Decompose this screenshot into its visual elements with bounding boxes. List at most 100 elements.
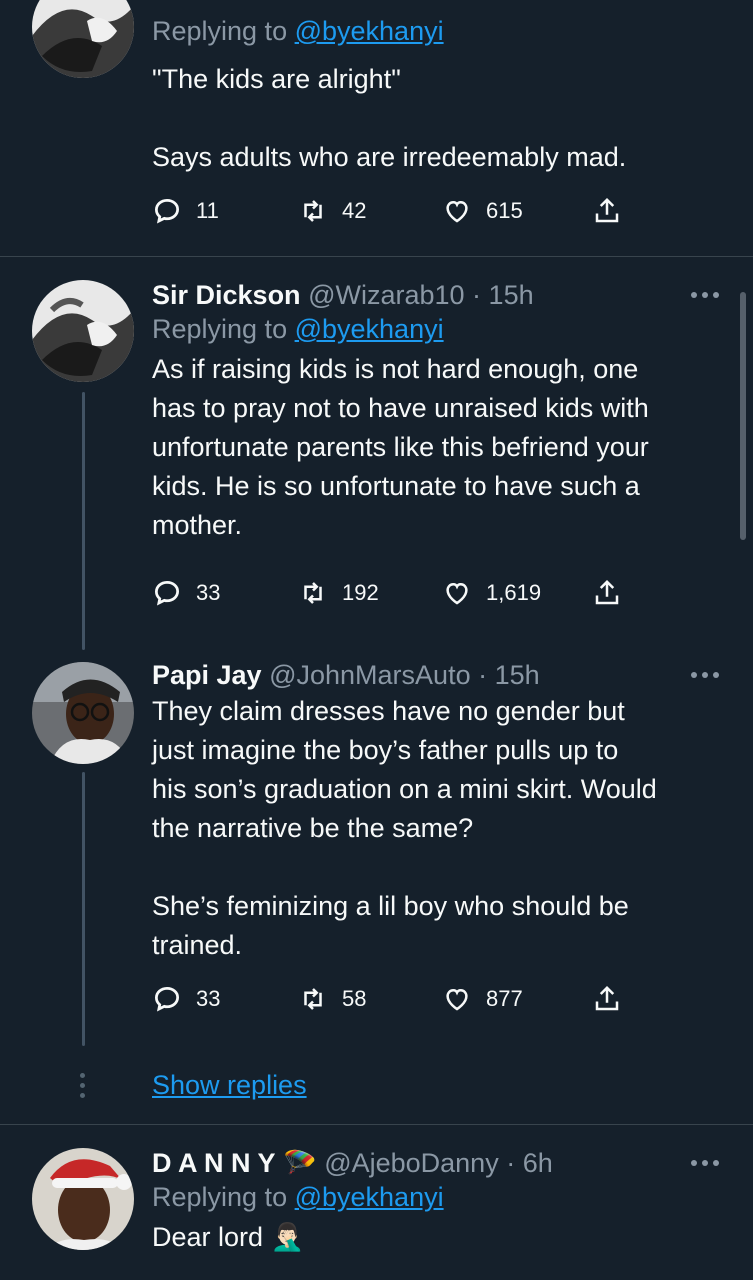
tweet-line: As if raising kids is not hard enough, o… bbox=[152, 354, 639, 384]
timestamp[interactable]: 15h bbox=[489, 280, 534, 310]
mention-link[interactable]: @byekhanyi bbox=[295, 16, 444, 46]
avatar[interactable] bbox=[32, 1148, 134, 1250]
more-icon bbox=[691, 1160, 719, 1166]
replying-to: Replying to @byekhanyi bbox=[152, 312, 727, 346]
tweet-text: Dear lord 🤦🏻‍♂️ bbox=[152, 1218, 727, 1257]
divider bbox=[0, 256, 753, 257]
share-icon bbox=[595, 197, 619, 223]
like-count: 1,619 bbox=[486, 580, 542, 605]
tweet-content: D A N N Y 🪂 @AjeboDanny · 6h Replying to… bbox=[152, 1146, 727, 1257]
retweet-count: 42 bbox=[342, 198, 367, 223]
tweet-text: As if raising kids is not hard enough, o… bbox=[152, 350, 727, 545]
share-button[interactable] bbox=[592, 982, 636, 1016]
display-name[interactable]: D A N N Y bbox=[152, 1148, 276, 1178]
tweet-text: "The kids are alright" Says adults who a… bbox=[152, 60, 727, 177]
replying-prefix: Replying to bbox=[152, 314, 295, 344]
avatar[interactable] bbox=[32, 662, 134, 764]
separator: · bbox=[498, 1148, 523, 1178]
tweet-actions: 11 42 615 bbox=[152, 194, 632, 228]
tweet-actions: 33 58 877 bbox=[152, 982, 632, 1016]
thread-line bbox=[82, 392, 85, 650]
tweet-line: the narrative be the same? bbox=[152, 813, 474, 843]
username[interactable]: @AjeboDanny bbox=[324, 1148, 499, 1178]
like-count: 877 bbox=[486, 986, 523, 1011]
reply-count: 33 bbox=[196, 986, 221, 1011]
replying-prefix: Replying to bbox=[152, 16, 295, 46]
like-icon bbox=[446, 200, 468, 223]
separator: · bbox=[470, 660, 495, 690]
timestamp[interactable]: 15h bbox=[495, 660, 540, 690]
tweet-line: They claim dresses have no gender but bbox=[152, 696, 625, 726]
avatar[interactable] bbox=[32, 280, 134, 382]
more-icon bbox=[691, 672, 719, 678]
tweet-line: Dear lord 🤦🏻‍♂️ bbox=[152, 1222, 305, 1252]
display-name[interactable]: Sir Dickson bbox=[152, 280, 301, 310]
replying-prefix: Replying to bbox=[152, 1182, 295, 1212]
tweet-line: has to pray not to have unraised kids wi… bbox=[152, 393, 649, 423]
tweet-text: They claim dresses have no gender but ju… bbox=[152, 692, 727, 965]
retweet-icon bbox=[304, 582, 322, 604]
like-button[interactable]: 877 bbox=[442, 982, 523, 1016]
share-icon bbox=[595, 579, 619, 605]
thread-ellipsis-icon bbox=[80, 1073, 85, 1098]
scrollbar[interactable] bbox=[740, 292, 746, 540]
timestamp[interactable]: 6h bbox=[523, 1148, 553, 1178]
share-button[interactable] bbox=[592, 194, 636, 228]
share-icon bbox=[595, 985, 619, 1011]
reply-count: 11 bbox=[196, 198, 219, 223]
tweet-header: Sir Dickson @Wizarab10 · 15h bbox=[152, 278, 727, 312]
like-icon bbox=[446, 988, 468, 1011]
display-name[interactable]: Papi Jay bbox=[152, 660, 262, 690]
reply-icon bbox=[154, 986, 180, 1012]
like-icon bbox=[446, 582, 468, 605]
mention-link[interactable]: @byekhanyi bbox=[295, 1182, 444, 1212]
timeline: Replying to @byekhanyi "The kids are alr… bbox=[0, 0, 753, 1280]
like-count: 615 bbox=[486, 198, 523, 223]
tweet-header: Papi Jay @JohnMarsAuto · 15h bbox=[152, 658, 727, 692]
tweet-line: just imagine the boy’s father pulls up t… bbox=[152, 735, 619, 765]
reply-button[interactable]: 33 bbox=[152, 576, 220, 610]
divider bbox=[0, 1124, 753, 1125]
mention-link[interactable]: @byekhanyi bbox=[295, 314, 444, 344]
thread-line bbox=[82, 772, 85, 1046]
tweet-line: kids. He is so unfortunate to have such … bbox=[152, 471, 640, 501]
tweet-header: D A N N Y 🪂 @AjeboDanny · 6h bbox=[152, 1146, 727, 1180]
more-button[interactable] bbox=[691, 672, 719, 678]
reply-icon bbox=[154, 580, 180, 606]
like-button[interactable]: 615 bbox=[442, 194, 523, 228]
tweet-actions: 33 192 1,619 bbox=[152, 576, 632, 610]
tweet-line: She’s feminizing a lil boy who should be bbox=[152, 891, 629, 921]
more-button[interactable] bbox=[691, 1160, 719, 1166]
reply-button[interactable]: 33 bbox=[152, 982, 220, 1016]
tweet-line: Says adults who are irredeemably mad. bbox=[152, 142, 627, 172]
retweet-icon bbox=[304, 200, 322, 222]
retweet-button[interactable]: 192 bbox=[298, 576, 379, 610]
avatar[interactable] bbox=[32, 0, 134, 78]
more-button[interactable] bbox=[691, 292, 719, 298]
retweet-button[interactable]: 58 bbox=[298, 982, 366, 1016]
reply-count: 33 bbox=[196, 580, 221, 605]
username[interactable]: @JohnMarsAuto bbox=[269, 660, 471, 690]
retweet-icon bbox=[304, 988, 322, 1010]
tweet-content: Replying to @byekhanyi "The kids are alr… bbox=[152, 14, 727, 177]
retweet-count: 58 bbox=[342, 986, 367, 1011]
tweet-line: mother. bbox=[152, 510, 243, 540]
tweet-line: unfortunate parents like this befriend y… bbox=[152, 432, 649, 462]
separator: · bbox=[464, 280, 489, 310]
tweet-line: trained. bbox=[152, 930, 243, 960]
tweet-line: his son’s graduation on a mini skirt. Wo… bbox=[152, 774, 657, 804]
username[interactable]: @Wizarab10 bbox=[308, 280, 464, 310]
retweet-count: 192 bbox=[342, 580, 379, 605]
replying-to: Replying to @byekhanyi bbox=[152, 14, 727, 48]
tweet-content: Papi Jay @JohnMarsAuto · 15h They claim … bbox=[152, 658, 727, 965]
replying-to: Replying to @byekhanyi bbox=[152, 1180, 727, 1214]
like-button[interactable]: 1,619 bbox=[442, 576, 541, 610]
parachute-emoji: 🪂 bbox=[283, 1148, 317, 1178]
share-button[interactable] bbox=[592, 576, 636, 610]
reply-button[interactable]: 11 bbox=[152, 194, 219, 228]
reply-icon bbox=[154, 198, 180, 224]
tweet-content: Sir Dickson @Wizarab10 · 15h Replying to… bbox=[152, 278, 727, 545]
show-replies-link[interactable]: Show replies bbox=[152, 1068, 307, 1102]
tweet-line: "The kids are alright" bbox=[152, 64, 401, 94]
retweet-button[interactable]: 42 bbox=[298, 194, 366, 228]
